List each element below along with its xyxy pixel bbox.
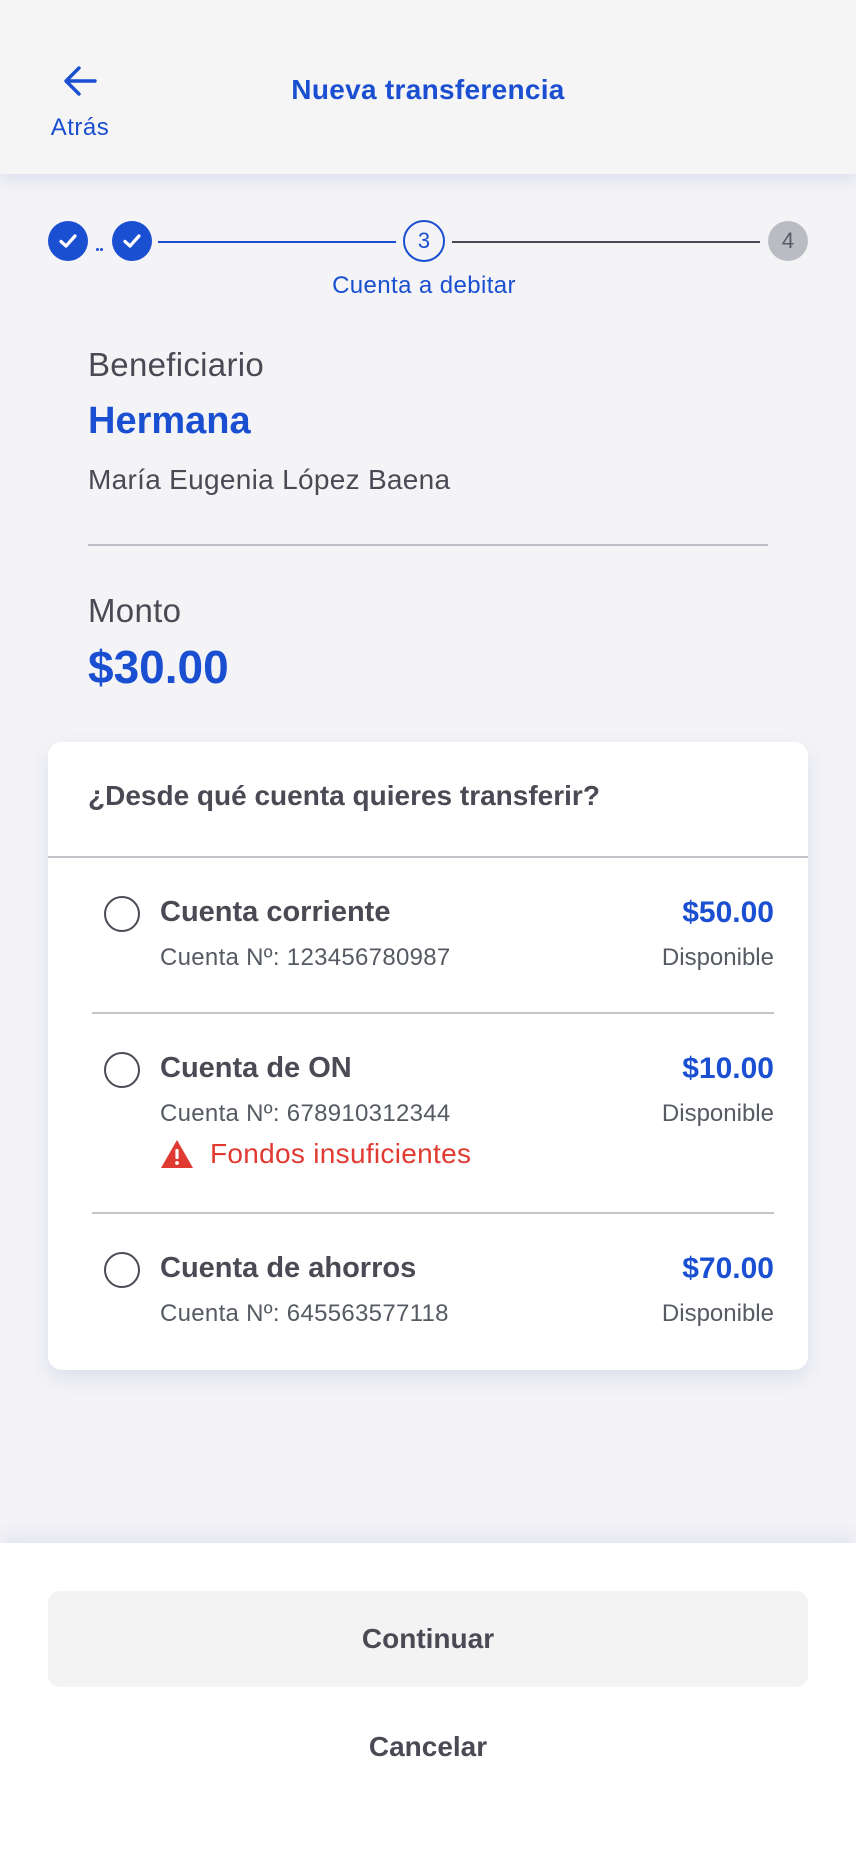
top-app-bar: Atrás Nueva transferencia [0, 0, 856, 174]
transfer-screen: Atrás Nueva transferencia 3 4 Cuenta a d… [0, 0, 856, 1852]
account-number: Cuenta Nº: 678910312344 [160, 1100, 451, 1127]
step-2-completed [112, 221, 152, 261]
account-selection-card: ¿Desde qué cuenta quieres transferir? Cu… [48, 742, 808, 1370]
progress-stepper: 3 4 Cuenta a debitar [0, 200, 856, 310]
step-connector-pending [452, 241, 760, 243]
account-name: Cuenta de ON [160, 1052, 352, 1084]
radio-button[interactable] [104, 896, 140, 932]
step-4-number: 4 [781, 228, 795, 253]
account-balance: $10.00 [682, 1052, 774, 1085]
beneficiary-caption: Beneficiario [88, 346, 265, 383]
warning-text: Fondos insuficientes [210, 1138, 472, 1169]
available-label: Disponible [661, 1100, 774, 1127]
available-label: Disponible [661, 944, 774, 971]
account-balance: $50.00 [682, 896, 774, 929]
account-option-corriente[interactable]: Cuenta corriente Cuenta Nº: 123456780987… [92, 896, 774, 982]
step-1-completed [48, 221, 88, 261]
insufficient-funds-warning: Fondos insuficientes [160, 1138, 471, 1170]
beneficiary-alias: Hermana [88, 400, 251, 442]
cancel-button[interactable]: Cancelar [48, 1709, 808, 1785]
amount-caption: Monto [88, 592, 182, 629]
account-option-on[interactable]: Cuenta de ON Cuenta Nº: 678910312344 $10… [92, 1052, 774, 1182]
radio-button[interactable] [104, 1052, 140, 1088]
account-question: ¿Desde qué cuenta quieres transferir? [88, 780, 600, 811]
account-number: Cuenta Nº: 123456780987 [160, 944, 451, 971]
checkmark-icon [59, 234, 77, 248]
available-label: Disponible [661, 1300, 774, 1327]
amount-value: $30.00 [88, 641, 229, 693]
current-step-label: Cuenta a debitar [332, 272, 516, 299]
account-name: Cuenta de ahorros [160, 1252, 417, 1284]
beneficiary-name: María Eugenia López Baena [88, 464, 451, 495]
account-divider [92, 1012, 774, 1014]
step-3-number: 3 [417, 228, 431, 253]
warning-icon [161, 1140, 193, 1168]
account-number: Cuenta Nº: 645563577118 [160, 1300, 449, 1327]
back-label: Atrás [50, 114, 110, 141]
radio-button[interactable] [104, 1252, 140, 1288]
step-3-current: 3 [403, 220, 445, 262]
continue-button[interactable]: Continuar [48, 1591, 808, 1687]
step-connector-completed [158, 241, 396, 243]
section-divider [88, 544, 768, 546]
step-4-pending: 4 [768, 221, 808, 261]
account-option-ahorros[interactable]: Cuenta de ahorros Cuenta Nº: 64556357711… [92, 1252, 774, 1338]
checkmark-icon [123, 234, 141, 248]
page-title: Nueva transferencia [291, 74, 565, 105]
card-header-divider [48, 856, 808, 858]
account-divider [92, 1212, 774, 1214]
step-connector-dots [96, 238, 104, 251]
bottom-action-bar: Continuar Cancelar [0, 1543, 856, 1852]
account-balance: $70.00 [682, 1252, 774, 1285]
account-name: Cuenta corriente [160, 896, 391, 928]
